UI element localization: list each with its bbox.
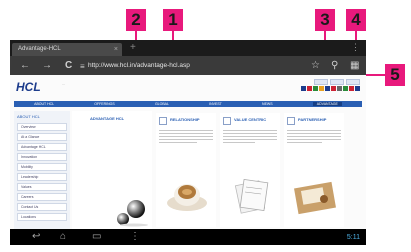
sidebar-heading: ABOUT HCL (17, 114, 40, 119)
callout-3: 3 (315, 9, 335, 31)
advantage-column: ADVANTAGE HCL (72, 111, 152, 229)
card-text (159, 130, 213, 143)
nav-item-active[interactable]: ADVANTAGE (312, 102, 342, 106)
card-text (287, 130, 341, 143)
overflow-menu-icon[interactable]: ⋮ (351, 42, 360, 53)
flag-icon[interactable] (337, 86, 342, 91)
card-text (223, 130, 277, 143)
system-recent-apps-icon[interactable]: ▭ (92, 231, 101, 243)
sidebar-item[interactable]: Careers (17, 193, 67, 201)
nav-item[interactable]: OFFERINGS (94, 102, 114, 106)
sidebar-item[interactable]: Advantage HCL (17, 143, 67, 151)
system-menu-icon[interactable]: ⋮ (130, 231, 140, 243)
top-link[interactable] (346, 79, 360, 85)
tab-title: Advantage-HCL (18, 46, 61, 52)
system-back-icon[interactable]: ↩ (32, 231, 40, 243)
tablet-screen: Advantage-HCL × + ⋮ ← → C ≡ http://www.h… (10, 40, 366, 245)
content-card[interactable]: VALUE CENTRIC (220, 113, 280, 227)
flag-icon[interactable] (301, 86, 306, 91)
content-card[interactable]: PARTNERSHIP (284, 113, 344, 227)
web-page: HCL ... ABOUT HCL OFFERINGS GLOBAL INVES… (10, 75, 366, 229)
nav-item[interactable]: NEWS (262, 102, 273, 106)
page-icon: ≡ (80, 62, 85, 71)
sidebar-item[interactable]: Values (17, 183, 67, 191)
tab-bar: Advantage-HCL × + ⋮ (10, 40, 366, 56)
card-title: RELATIONSHIP (170, 117, 200, 122)
coffee-cup-image (167, 184, 207, 211)
bookmark-star-icon[interactable]: ☆ (311, 59, 320, 72)
url-field[interactable]: http://www.hcl.in/advantage-hcl.asp (88, 60, 298, 71)
flag-icon[interactable] (313, 86, 318, 91)
hcl-logo[interactable]: HCL (16, 80, 41, 94)
card-icon (159, 117, 167, 125)
site-nav: ABOUT HCL OFFERINGS GLOBAL INVEST NEWS A… (14, 101, 362, 107)
system-nav-bar: ↩ ⌂ ▭ ⋮ 5:11 (10, 229, 366, 245)
search-icon[interactable]: ⚲ (331, 59, 338, 72)
sidebar-item[interactable]: Locations (17, 213, 67, 221)
callout-1: 1 (163, 9, 183, 31)
status-clock: 5:11 (346, 234, 360, 241)
callout-2: 2 (126, 9, 146, 31)
nav-item[interactable]: ABOUT HCL (34, 102, 54, 106)
top-link[interactable] (314, 79, 328, 85)
nav-item[interactable]: GLOBAL (155, 102, 169, 106)
forward-arrow-icon[interactable]: → (42, 59, 52, 72)
sidebar-item[interactable]: Contact Us (17, 203, 67, 211)
sidebar-item[interactable]: Mobility (17, 163, 67, 171)
flag-icon[interactable] (307, 86, 312, 91)
sidebar-item[interactable]: Leadership (17, 173, 67, 181)
flag-icon[interactable] (343, 86, 348, 91)
flag-icon[interactable] (319, 86, 324, 91)
tabs-grid-icon[interactable]: ▦ (350, 59, 359, 72)
sidebar-item[interactable]: At a Glance (17, 133, 67, 141)
close-tab-icon[interactable]: × (114, 43, 118, 56)
browser-tab[interactable]: Advantage-HCL × (12, 43, 122, 56)
new-tab-button[interactable]: + (130, 42, 136, 54)
callout-4: 4 (346, 9, 366, 31)
back-arrow-icon[interactable]: ← (20, 59, 30, 72)
callout-5: 5 (385, 64, 405, 86)
flag-icon[interactable] (355, 86, 360, 91)
top-link[interactable] (330, 79, 344, 85)
card-icon (287, 117, 295, 125)
sidebar-item[interactable]: Innovation (17, 153, 67, 161)
papers-image (234, 179, 269, 214)
desk-image (294, 181, 336, 215)
content-card[interactable]: RELATIONSHIP (156, 113, 216, 227)
spheres-image (117, 200, 148, 227)
top-links (314, 79, 360, 85)
browser-toolbar: ← → C ≡ http://www.hcl.in/advantage-hcl.… (10, 56, 366, 75)
country-flags (301, 86, 360, 91)
card-title: PARTNERSHIP (298, 117, 327, 122)
sidebar-item[interactable]: Overview (17, 123, 67, 131)
flag-icon[interactable] (349, 86, 354, 91)
flag-icon[interactable] (325, 86, 330, 91)
card-icon (223, 117, 231, 125)
nav-item[interactable]: INVEST (209, 102, 222, 106)
flag-icon[interactable] (331, 86, 336, 91)
reload-icon[interactable]: C (65, 59, 72, 72)
advantage-title: ADVANTAGE HCL (90, 116, 125, 121)
card-title: VALUE CENTRIC (234, 117, 267, 122)
logo-tagline: ... (62, 81, 66, 86)
system-home-icon[interactable]: ⌂ (60, 231, 66, 243)
site-sidebar: ABOUT HCL Overview At a Glance Advantage… (14, 111, 70, 229)
